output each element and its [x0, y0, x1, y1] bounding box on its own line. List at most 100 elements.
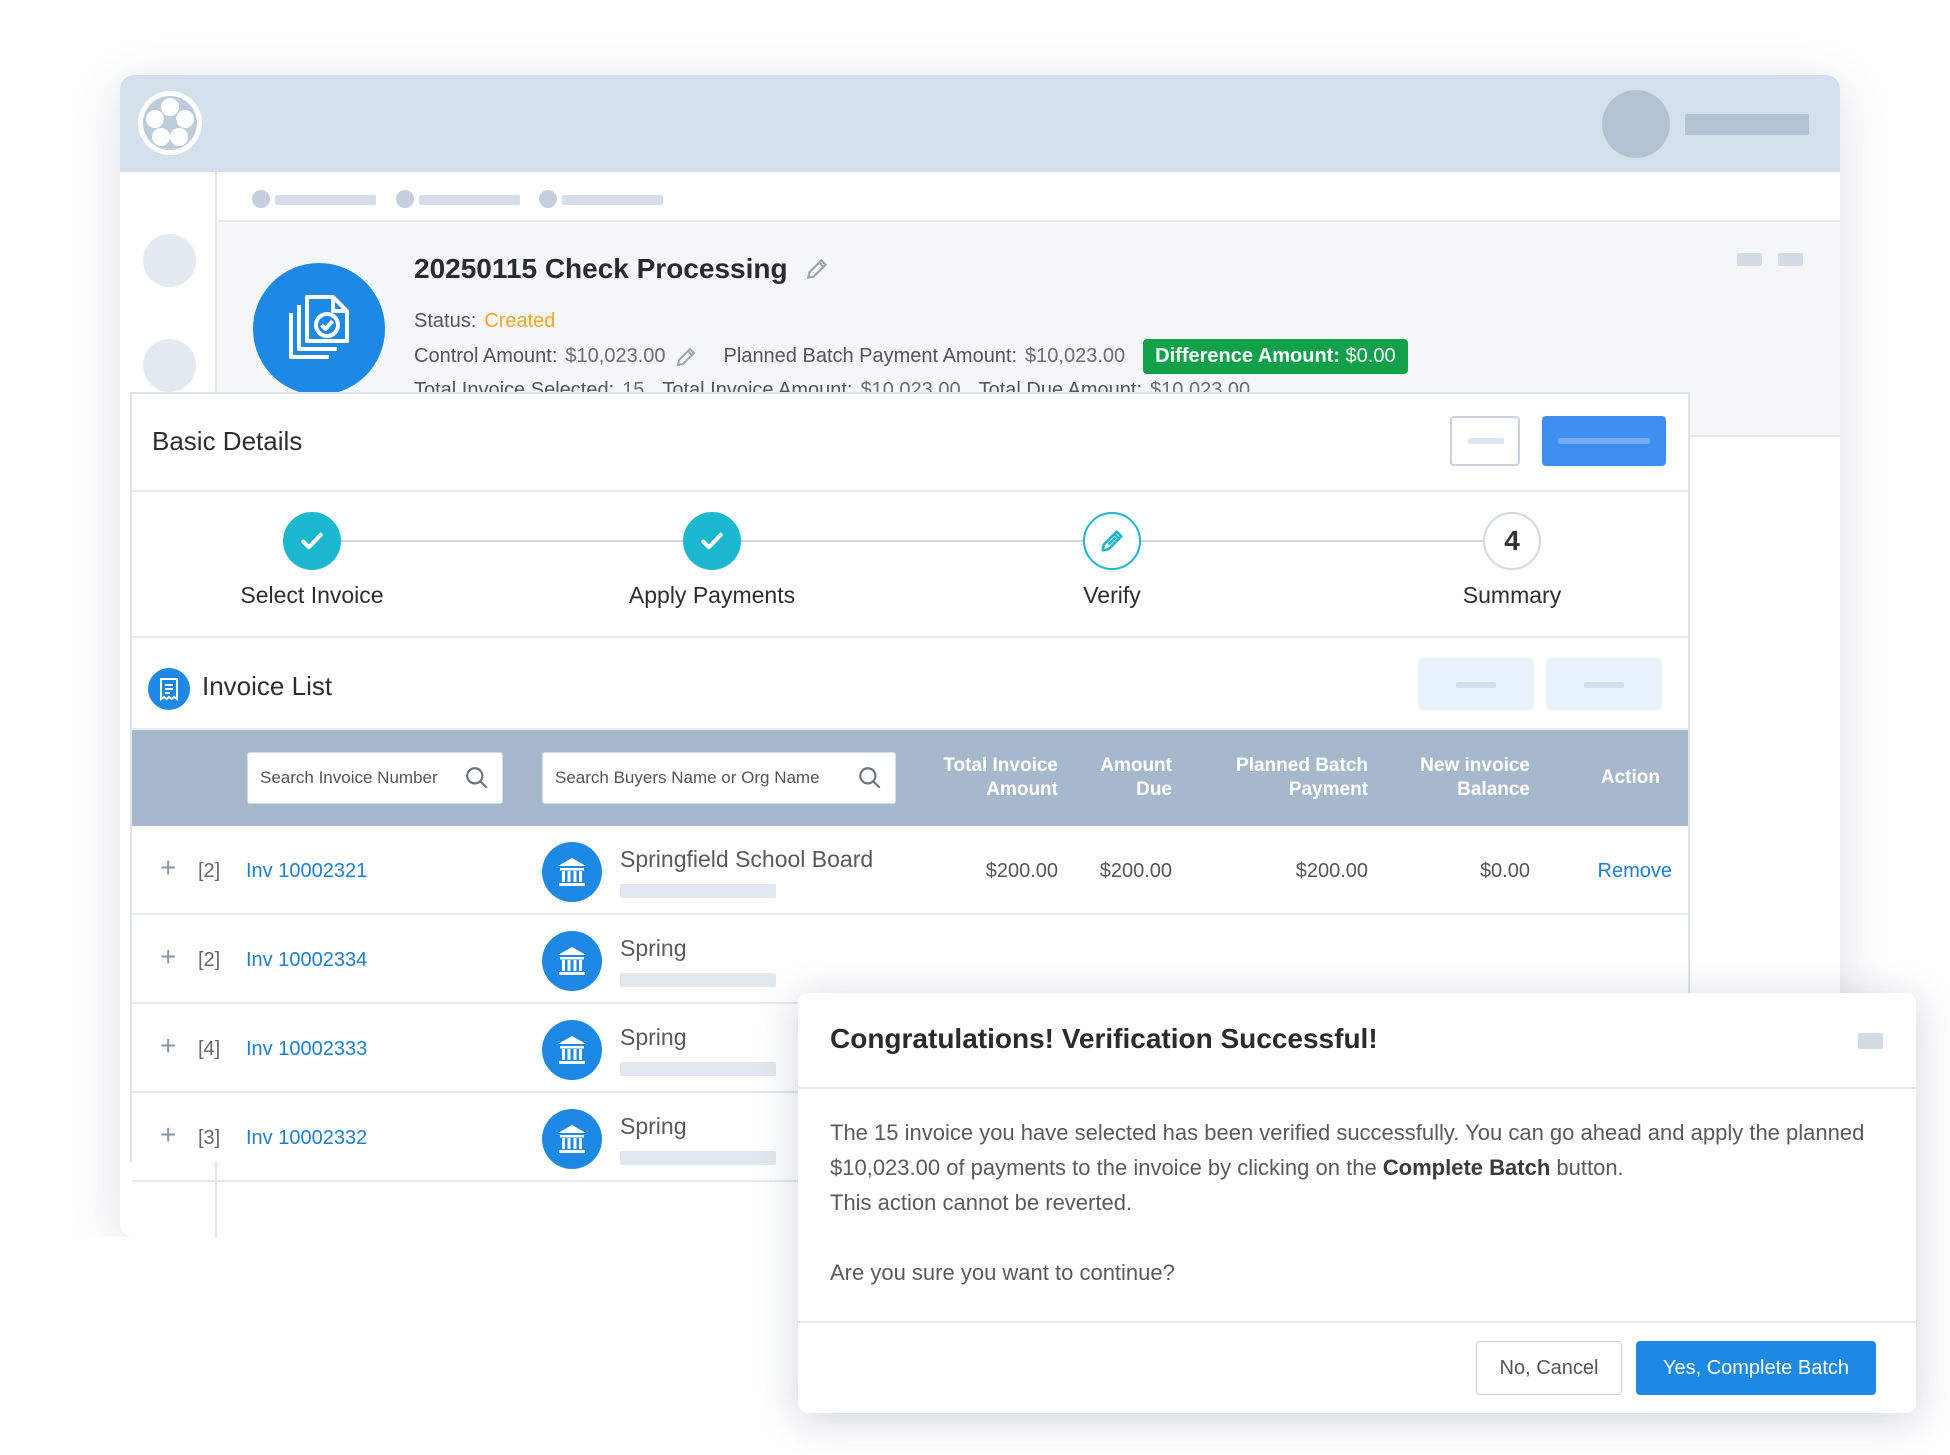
- table-row: + [2] Inv 10002334 Spring: [132, 915, 1688, 1004]
- org-subtext-placeholder: [620, 884, 776, 898]
- list-action-button[interactable]: [1418, 658, 1534, 710]
- search-icon[interactable]: [464, 765, 490, 791]
- receipt-icon: [148, 668, 190, 710]
- step-label: Select Invoice: [240, 582, 384, 608]
- expand-plus-icon[interactable]: +: [160, 1121, 176, 1149]
- table-row: + [2] Inv 10002321 Springfield School Bo…: [132, 826, 1688, 915]
- invoice-link[interactable]: Inv 10002334: [246, 949, 367, 972]
- org-name: Spring: [620, 1113, 687, 1139]
- control-amount-label: Control Amount:: [414, 345, 558, 367]
- step-label: Apply Payments: [628, 582, 796, 608]
- step-apply-payments[interactable]: Apply Payments: [562, 512, 862, 609]
- list-action-button[interactable]: [1546, 658, 1662, 710]
- primary-button[interactable]: [1542, 416, 1666, 466]
- row-count: [2]: [198, 949, 221, 971]
- card-header: Basic Details: [132, 394, 1688, 492]
- expand-plus-icon[interactable]: +: [160, 943, 176, 971]
- breadcrumb: [218, 172, 1840, 222]
- search-icon[interactable]: [857, 765, 883, 791]
- invoice-link[interactable]: Inv 10002332: [246, 1127, 367, 1150]
- new-balance-cell: $0.00: [1479, 860, 1530, 882]
- org-name: Spring: [620, 935, 687, 961]
- col-header-line: Amount: [1100, 755, 1172, 776]
- col-action: Action: [1600, 767, 1660, 788]
- progress-stepper: Select Invoice Apply Payments Verify 4 S…: [132, 492, 1688, 638]
- col-header-line: Balance: [1457, 779, 1530, 800]
- col-new-invoice-balance[interactable]: New invoice Balance: [1420, 754, 1530, 802]
- search-invoice-placeholder: Search Invoice Number: [260, 768, 438, 787]
- top-bar: [120, 75, 1840, 172]
- amount-due-cell: $200.00: [1099, 860, 1172, 882]
- col-header-line: Payment: [1288, 779, 1368, 800]
- invoice-link[interactable]: Inv 10002333: [246, 1038, 367, 1061]
- step-summary[interactable]: 4 Summary: [1362, 512, 1662, 609]
- step-select-invoice[interactable]: Select Invoice: [162, 512, 462, 609]
- difference-amount-value: $0.00: [1345, 345, 1396, 367]
- col-planned-batch-payment[interactable]: Planned Batch Payment: [1236, 754, 1368, 802]
- invoice-list-header: Invoice List: [132, 638, 1688, 730]
- breadcrumb-dot: [252, 190, 270, 208]
- search-buyer-placeholder: Search Buyers Name or Org Name: [555, 768, 820, 787]
- card-title: Basic Details: [152, 426, 303, 456]
- breadcrumb-item[interactable]: [275, 195, 376, 205]
- secondary-button[interactable]: [1450, 416, 1520, 466]
- cancel-button[interactable]: No, Cancel: [1476, 1341, 1622, 1395]
- col-header-line: Planned Batch: [1236, 755, 1368, 776]
- step-label: Verify: [1083, 582, 1141, 608]
- user-avatar[interactable]: [1602, 90, 1670, 158]
- header-menu-placeholder[interactable]: [1737, 253, 1762, 266]
- planned-batch-label: Planned Batch Payment Amount:: [723, 345, 1018, 367]
- modal-message-text: The 15 invoice you have selected has bee…: [830, 1120, 1865, 1180]
- rail-nav-item[interactable]: [143, 234, 196, 287]
- col-header-line: Total Invoice: [943, 755, 1058, 776]
- difference-amount-badge: Difference Amount: $0.00: [1143, 339, 1408, 374]
- row-count: [3]: [198, 1127, 221, 1149]
- org-name: Springfield School Board: [620, 846, 874, 872]
- complete-batch-button[interactable]: Yes, Complete Batch: [1636, 1341, 1876, 1395]
- org-subtext-placeholder: [620, 973, 776, 987]
- col-header-line: New invoice: [1420, 755, 1530, 776]
- verification-success-modal: Congratulations! Verification Successful…: [798, 993, 1916, 1413]
- modal-body: The 15 invoice you have selected has bee…: [830, 1115, 1870, 1290]
- button-label-placeholder: [1558, 438, 1650, 444]
- logo-icon[interactable]: [136, 89, 204, 157]
- breadcrumb-dot: [539, 190, 557, 208]
- expand-plus-icon[interactable]: +: [160, 1032, 176, 1060]
- header-menu-placeholder[interactable]: [1778, 253, 1803, 266]
- org-subtext-placeholder: [620, 1151, 776, 1165]
- button-label-placeholder: [1584, 682, 1624, 688]
- col-amount-due[interactable]: Amount Due: [1100, 754, 1172, 802]
- status-line: Status: Created: [414, 310, 555, 333]
- edit-title-pencil-icon[interactable]: [804, 256, 830, 282]
- difference-amount-label: Difference Amount:: [1155, 345, 1340, 367]
- modal-message: The 15 invoice you have selected has bee…: [830, 1115, 1870, 1185]
- org-name: Spring: [620, 1024, 687, 1050]
- org-subtext-placeholder: [620, 1062, 776, 1076]
- close-icon[interactable]: [1858, 1033, 1883, 1049]
- row-count: [2]: [198, 860, 221, 882]
- modal-footer: No, Cancel Yes, Complete Batch: [798, 1321, 1916, 1413]
- bank-icon: [542, 842, 602, 902]
- col-header-line: Amount: [986, 779, 1058, 800]
- breadcrumb-item[interactable]: [562, 195, 663, 205]
- status-value: Created: [484, 310, 556, 332]
- edit-control-amount-pencil-icon[interactable]: [674, 345, 698, 369]
- breadcrumb-item[interactable]: [419, 195, 520, 205]
- batch-title-row: 20250115 Check Processing: [414, 253, 830, 285]
- row-count: [4]: [198, 1038, 221, 1060]
- step-verify[interactable]: Verify: [962, 512, 1262, 609]
- search-buyer-input[interactable]: Search Buyers Name or Org Name: [542, 752, 896, 804]
- rail-nav-item[interactable]: [143, 339, 196, 392]
- check-icon: [283, 512, 341, 570]
- step-label: Summary: [1462, 582, 1562, 608]
- invoice-table-header: Search Invoice Number Search Buyers Name…: [132, 730, 1688, 826]
- expand-plus-icon[interactable]: +: [160, 854, 176, 882]
- check-icon: [683, 512, 741, 570]
- breadcrumb-dot: [396, 190, 414, 208]
- remove-link[interactable]: Remove: [1598, 860, 1672, 883]
- invoice-link[interactable]: Inv 10002321: [246, 860, 367, 883]
- status-label: Status:: [414, 310, 477, 332]
- col-total-invoice-amount[interactable]: Total Invoice Amount: [943, 754, 1058, 802]
- modal-question: Are you sure you want to continue?: [830, 1260, 1175, 1285]
- search-invoice-input[interactable]: Search Invoice Number: [247, 752, 503, 804]
